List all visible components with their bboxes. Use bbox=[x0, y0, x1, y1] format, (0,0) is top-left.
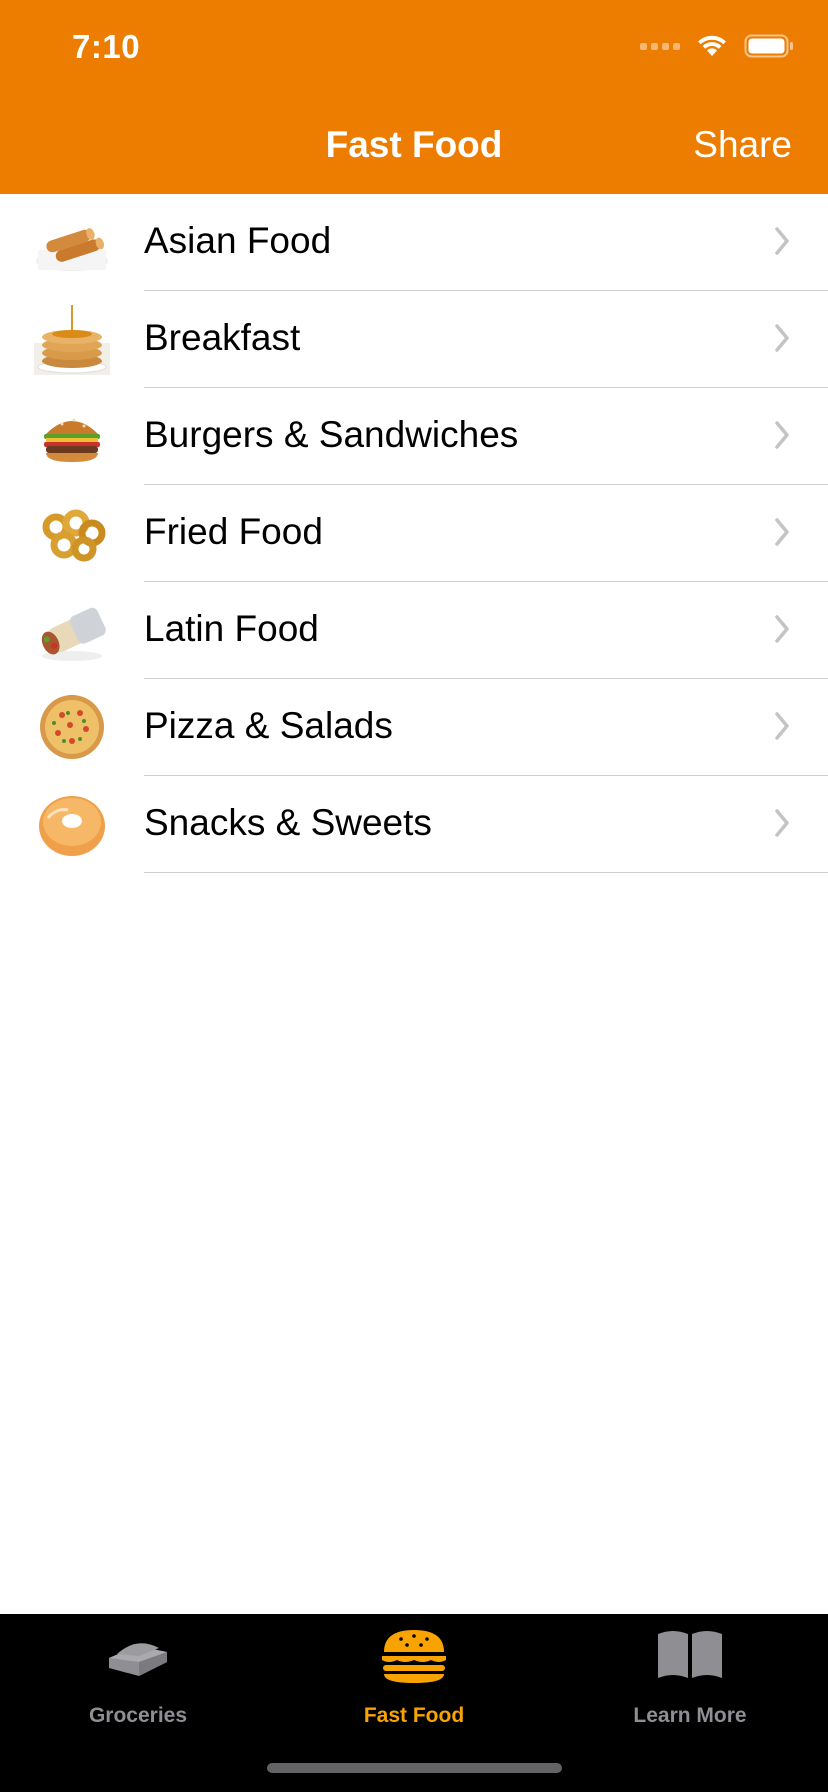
category-row-burgers-sandwiches[interactable]: Burgers & Sandwiches bbox=[0, 388, 828, 485]
chevron-right-icon bbox=[775, 712, 789, 740]
share-button[interactable]: Share bbox=[693, 124, 792, 166]
battery-icon bbox=[744, 34, 793, 58]
chevron-right-icon bbox=[775, 421, 789, 449]
donut-icon bbox=[34, 788, 110, 860]
burger-icon bbox=[382, 1630, 446, 1683]
category-label: Burgers & Sandwiches bbox=[144, 414, 519, 455]
row-separator bbox=[144, 872, 828, 873]
category-label: Pizza & Salads bbox=[144, 705, 393, 746]
category-label: Snacks & Sweets bbox=[144, 802, 432, 843]
category-row-breakfast[interactable]: Breakfast bbox=[0, 291, 828, 388]
category-row-snacks-sweets[interactable]: Snacks & Sweets bbox=[0, 776, 828, 873]
category-row-latin-food[interactable]: Latin Food bbox=[0, 582, 828, 679]
status-time: 7:10 bbox=[72, 28, 141, 65]
category-label: Latin Food bbox=[144, 608, 319, 649]
chevron-right-icon bbox=[775, 809, 789, 837]
navigation-bar: Fast Food Share bbox=[0, 100, 828, 194]
burger-icon bbox=[34, 400, 110, 472]
pancakes-icon bbox=[34, 303, 110, 375]
category-row-fried-food[interactable]: Fried Food bbox=[0, 485, 828, 582]
tab-label: Learn More bbox=[633, 1704, 747, 1727]
tab-label: Fast Food bbox=[363, 1704, 465, 1727]
tab-groceries[interactable]: Groceries bbox=[0, 1614, 276, 1734]
home-indicator[interactable] bbox=[267, 1763, 562, 1773]
groceries-icon bbox=[109, 1643, 167, 1676]
wifi-icon bbox=[698, 35, 726, 56]
category-row-pizza-salads[interactable]: Pizza & Salads bbox=[0, 679, 828, 776]
chevron-right-icon bbox=[775, 518, 789, 546]
category-label: Asian Food bbox=[144, 220, 332, 261]
tab-learn-more[interactable]: Learn More bbox=[552, 1614, 828, 1734]
category-row-asian-food[interactable]: Asian Food bbox=[0, 194, 828, 291]
tab-label: Groceries bbox=[88, 1704, 188, 1727]
chevron-right-icon bbox=[775, 227, 789, 255]
tab-fast-food[interactable]: Fast Food bbox=[276, 1614, 552, 1734]
onion-rings-icon bbox=[34, 497, 110, 569]
status-bar: 7:10 bbox=[0, 0, 828, 100]
chevron-right-icon bbox=[775, 615, 789, 643]
spring-rolls-icon bbox=[34, 206, 110, 278]
cellular-signal-icon bbox=[640, 42, 680, 50]
pizza-icon bbox=[34, 691, 110, 763]
book-icon bbox=[658, 1631, 722, 1678]
category-label: Fried Food bbox=[144, 511, 323, 552]
chevron-right-icon bbox=[775, 324, 789, 352]
category-label: Breakfast bbox=[144, 317, 301, 358]
status-icons bbox=[640, 34, 794, 58]
burrito-icon bbox=[34, 594, 110, 666]
category-list: Asian Food Breakfast Burgers & Sandwiche… bbox=[0, 194, 828, 873]
